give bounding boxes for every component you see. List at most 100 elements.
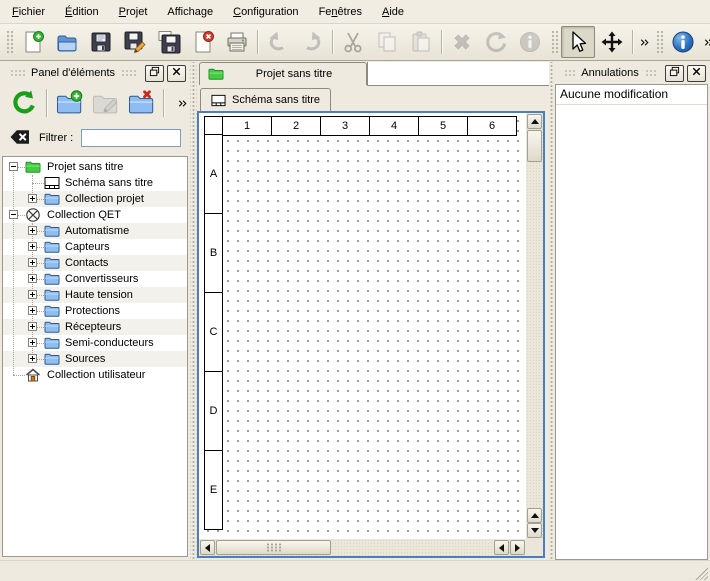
expander-plus-icon[interactable]	[28, 194, 37, 203]
tree-item-label: Projet sans titre	[47, 159, 123, 175]
expander-plus-icon[interactable]	[28, 338, 37, 347]
close-panel-button[interactable]	[687, 65, 706, 82]
elements-panel-titlebar[interactable]: Panel d'éléments	[0, 62, 190, 84]
tab-schema[interactable]: Schéma sans titre	[200, 88, 331, 111]
delete-category-icon	[127, 89, 155, 117]
save-button[interactable]	[84, 26, 118, 58]
tree-item-12[interactable]: Sources	[3, 351, 187, 367]
tree-item-label: Schéma sans titre	[65, 175, 153, 191]
filter-input[interactable]	[81, 129, 181, 147]
toolbar-handle[interactable]	[550, 29, 558, 55]
undo-panel-titlebar[interactable]: Annulations	[554, 62, 710, 84]
tab-project[interactable]: Projet sans titre	[199, 62, 367, 85]
expander-plus-icon[interactable]	[28, 290, 37, 299]
expander-minus-icon[interactable]	[9, 210, 18, 219]
tree-item-1[interactable]: Schéma sans titre	[3, 175, 187, 191]
info-blue-button[interactable]	[666, 26, 700, 58]
close-icon	[691, 66, 702, 80]
toolbar-separator	[46, 89, 47, 117]
tree-item-0[interactable]: Projet sans titre	[3, 159, 187, 175]
tree-item-label: Semi-conducteurs	[65, 335, 154, 351]
move-mode-button[interactable]	[595, 26, 629, 58]
select-arrow-button[interactable]	[561, 26, 595, 58]
tree-item-11[interactable]: Semi-conducteurs	[3, 335, 187, 351]
scroll-up-button[interactable]	[527, 114, 542, 129]
folder-blue-icon	[44, 255, 60, 271]
save-all-icon	[157, 30, 181, 54]
horizontal-scroll-thumb[interactable]	[216, 540, 331, 555]
left-splitter-handle[interactable]	[190, 62, 197, 560]
schema-canvas[interactable]: 123456 ABCDE	[199, 113, 526, 539]
elements-panel-dock: Panel d'éléments Filtrer : Projet sans t…	[0, 62, 190, 560]
tree-item-3[interactable]: Collection QET	[3, 207, 187, 223]
menu-aide[interactable]: Aide	[372, 2, 414, 22]
save-as-button[interactable]	[118, 26, 152, 58]
expander-minus-icon[interactable]	[9, 162, 18, 171]
elements-tree[interactable]: Projet sans titreSchéma sans titreCollec…	[2, 156, 188, 557]
tree-item-label: Capteurs	[65, 239, 110, 255]
toolbar-separator	[163, 89, 164, 117]
reload-collections-button[interactable]	[6, 85, 42, 121]
overflow-chevron-button[interactable]	[700, 30, 710, 54]
menu-projet[interactable]: Projet	[109, 2, 158, 22]
undo-list-item-0[interactable]: Aucune modification	[556, 85, 707, 105]
column-header-6: 6	[467, 116, 517, 136]
menu-edition[interactable]: Édition	[55, 2, 109, 22]
menu-fichier[interactable]: Fichier	[2, 2, 55, 22]
vertical-scroll-thumb[interactable]	[527, 130, 542, 162]
tree-item-4[interactable]: Automatisme	[3, 223, 187, 239]
horizontal-scrollbar[interactable]	[199, 539, 526, 556]
delete-selection-icon	[450, 30, 474, 54]
info-blue-icon	[671, 30, 695, 54]
toolbar-handle[interactable]	[655, 29, 663, 55]
tree-item-5[interactable]: Capteurs	[3, 239, 187, 255]
expander-plus-icon[interactable]	[28, 242, 37, 251]
save-all-button[interactable]	[152, 26, 186, 58]
scroll-up-button-bottom[interactable]	[527, 508, 542, 523]
float-panel-button[interactable]	[145, 65, 164, 82]
filter-label: Filtrer :	[39, 132, 73, 144]
open-project-button[interactable]	[50, 26, 84, 58]
clear-filter-button[interactable]	[7, 128, 33, 148]
close-document-button[interactable]	[186, 26, 220, 58]
menu-bar: FichierÉditionProjetAffichageConfigurati…	[0, 0, 710, 24]
menu-configuration[interactable]: Configuration	[223, 2, 308, 22]
tree-item-label: Collection utilisateur	[47, 367, 145, 383]
tree-item-8[interactable]: Haute tension	[3, 287, 187, 303]
tree-item-13[interactable]: Collection utilisateur	[3, 367, 187, 383]
expander-plus-icon[interactable]	[28, 322, 37, 331]
tree-item-6[interactable]: Contacts	[3, 255, 187, 271]
qet-logo-icon	[25, 207, 41, 223]
delete-category-button[interactable]	[123, 85, 159, 121]
scroll-left-button[interactable]	[200, 540, 215, 555]
print-button[interactable]	[220, 26, 254, 58]
folder-blue-icon	[44, 287, 60, 303]
close-panel-button[interactable]	[167, 65, 186, 82]
resize-grip[interactable]	[694, 566, 708, 580]
tree-item-10[interactable]: Récepteurs	[3, 319, 187, 335]
scroll-left-button-right[interactable]	[494, 540, 509, 555]
rotate-button	[479, 26, 513, 58]
overflow-chevron-button[interactable]	[636, 30, 652, 54]
menu-fenetres[interactable]: Fenêtres	[309, 2, 372, 22]
scroll-down-button[interactable]	[527, 523, 542, 538]
expander-plus-icon[interactable]	[28, 274, 37, 283]
tree-item-9[interactable]: Protections	[3, 303, 187, 319]
paste-icon	[409, 30, 433, 54]
tree-item-7[interactable]: Convertisseurs	[3, 271, 187, 287]
float-panel-button[interactable]	[665, 65, 684, 82]
expander-plus-icon[interactable]	[28, 258, 37, 267]
undo-history-list[interactable]: Aucune modification	[555, 84, 708, 560]
scroll-right-button[interactable]	[510, 540, 525, 555]
new-category-button[interactable]	[51, 85, 87, 121]
left-arrow-icon	[205, 544, 210, 552]
expander-plus-icon[interactable]	[28, 306, 37, 315]
new-document-button[interactable]	[16, 26, 50, 58]
overflow-chevron-button[interactable]	[174, 91, 190, 115]
toolbar-handle[interactable]	[5, 29, 13, 55]
vertical-scrollbar[interactable]	[526, 113, 543, 539]
menu-affichage[interactable]: Affichage	[157, 2, 223, 22]
expander-plus-icon[interactable]	[28, 226, 37, 235]
expander-plus-icon[interactable]	[28, 354, 37, 363]
tree-item-2[interactable]: Collection projet	[3, 191, 187, 207]
